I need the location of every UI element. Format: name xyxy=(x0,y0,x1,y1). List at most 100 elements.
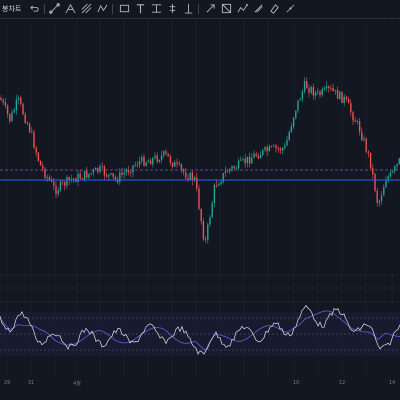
fib-icon[interactable] xyxy=(64,2,77,15)
candle-body xyxy=(301,91,304,100)
candle-body xyxy=(290,126,293,133)
time-axis: 29 31 4월 10 12 14 xyxy=(0,376,400,400)
candle-body xyxy=(2,100,4,103)
candle-body xyxy=(292,117,295,127)
price-chart[interactable] xyxy=(0,20,400,376)
candle-body xyxy=(121,172,123,175)
time-axis-label: 14 xyxy=(388,380,396,386)
candle-body xyxy=(119,172,121,183)
candle-body xyxy=(127,170,130,173)
vertical-line-icon[interactable] xyxy=(166,2,179,15)
interval-label[interactable]: 봉차트 xyxy=(2,4,21,14)
candle-body xyxy=(149,160,152,165)
candle-body xyxy=(341,91,343,103)
candle-body xyxy=(347,98,350,104)
candle-body xyxy=(231,166,233,169)
candle-body xyxy=(152,157,154,165)
candle-body xyxy=(259,154,262,159)
text-icon[interactable] xyxy=(134,2,147,15)
candle-body xyxy=(330,87,332,89)
candle-body xyxy=(94,167,97,170)
candle-body xyxy=(372,167,374,174)
undo-icon[interactable] xyxy=(28,2,41,15)
candle-body xyxy=(207,224,209,240)
candle-body xyxy=(233,166,235,169)
candle-body xyxy=(169,156,172,163)
candle-body xyxy=(213,185,216,203)
candle-body xyxy=(35,147,37,153)
candle-body xyxy=(275,145,277,149)
candle-body xyxy=(354,120,356,123)
candle-body xyxy=(182,169,185,173)
measure-icon[interactable] xyxy=(252,2,265,15)
brush-icon[interactable] xyxy=(204,2,217,15)
candle-body xyxy=(141,156,143,162)
candle-body xyxy=(191,172,194,181)
candle-body xyxy=(15,99,18,111)
candle-body xyxy=(202,221,205,240)
candle-body xyxy=(334,89,337,92)
candle-body xyxy=(365,138,367,152)
candle-body xyxy=(339,91,341,99)
candle-body xyxy=(180,164,183,170)
candle-body xyxy=(6,105,9,114)
candle-body xyxy=(356,121,359,123)
candle-body xyxy=(323,88,326,90)
candle-body xyxy=(226,171,229,173)
candle-body xyxy=(136,164,139,166)
candle-body xyxy=(383,187,385,196)
candle-body xyxy=(77,173,79,183)
candle-body xyxy=(108,174,110,177)
candle-body xyxy=(53,181,55,186)
candle-body xyxy=(163,151,165,156)
candle-body xyxy=(196,177,198,189)
shapes-icon[interactable] xyxy=(220,2,233,15)
arrow-icon[interactable] xyxy=(182,2,195,15)
more-icon[interactable] xyxy=(284,2,297,15)
pattern-icon[interactable] xyxy=(236,2,249,15)
rectangle-icon[interactable] xyxy=(118,2,131,15)
candle-body xyxy=(189,172,191,180)
candle-body xyxy=(266,147,268,152)
candle-body xyxy=(112,173,114,177)
candle-body xyxy=(244,158,246,164)
candle-body xyxy=(295,110,297,118)
trend-line-icon[interactable] xyxy=(48,2,61,15)
candle-body xyxy=(20,97,22,104)
drawing-toolbar: 봉차트 xyxy=(0,0,400,19)
candle-body xyxy=(363,138,365,141)
candle-body xyxy=(385,180,387,188)
candle-body xyxy=(396,164,398,167)
time-axis-label: 31 xyxy=(27,380,35,386)
candle-body xyxy=(336,89,339,99)
path-icon[interactable] xyxy=(96,2,109,15)
candle-body xyxy=(308,88,310,93)
candle-body xyxy=(17,97,20,100)
candle-body xyxy=(81,178,84,180)
candle-body xyxy=(165,151,167,154)
candle-body xyxy=(86,170,88,178)
candle-body xyxy=(220,181,222,185)
candle-body xyxy=(130,172,132,174)
candle-body xyxy=(99,166,101,172)
candle-body xyxy=(268,146,271,152)
candle-body xyxy=(147,160,150,163)
candle-body xyxy=(11,112,13,122)
candle-body xyxy=(369,152,372,168)
eraser-icon[interactable] xyxy=(268,2,281,15)
price-range-icon[interactable] xyxy=(150,2,163,15)
candle-body xyxy=(66,177,68,186)
candle-body xyxy=(325,86,328,89)
pitchfork-icon[interactable] xyxy=(80,2,93,15)
oscillator-pane xyxy=(0,304,400,356)
candle-body xyxy=(264,147,266,150)
candle-body xyxy=(380,195,383,201)
candle-body xyxy=(158,160,161,162)
candle-body xyxy=(211,202,213,218)
candle-body xyxy=(42,165,44,169)
candle-body xyxy=(251,157,253,164)
candle-body xyxy=(31,131,33,133)
candle-body xyxy=(262,149,264,155)
candle-body xyxy=(105,175,108,177)
candle-body xyxy=(299,99,301,101)
